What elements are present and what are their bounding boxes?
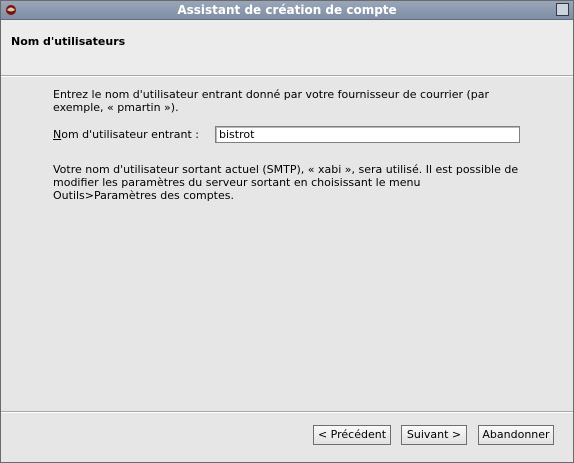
label-mnemonic: N (53, 128, 62, 141)
app-icon (6, 5, 16, 15)
next-button[interactable]: Suivant > (401, 425, 467, 445)
incoming-username-label: Nom d'utilisateur entrant : (53, 128, 199, 141)
incoming-username-input[interactable] (215, 126, 520, 143)
footer-divider (1, 411, 573, 412)
maximize-icon[interactable] (556, 3, 569, 16)
page-title: Nom d'utilisateurs (11, 35, 126, 48)
account-wizard-window: Assistant de création de compte Nom d'ut… (0, 0, 574, 463)
previous-button[interactable]: < Précédent (313, 425, 391, 445)
page-header: Nom d'utilisateurs (1, 20, 573, 76)
window-title: Assistant de création de compte (177, 3, 397, 17)
intro-text: Entrez le nom d'utilisateur entrant donn… (53, 88, 490, 114)
outgoing-info-text: Votre nom d'utilisateur sortant actuel (… (53, 163, 519, 202)
wizard-content: Entrez le nom d'utilisateur entrant donn… (1, 77, 573, 411)
cancel-button[interactable]: Abandonner (478, 425, 554, 445)
title-bar[interactable]: Assistant de création de compte (1, 1, 573, 20)
label-rest: om d'utilisateur entrant : (61, 128, 199, 141)
